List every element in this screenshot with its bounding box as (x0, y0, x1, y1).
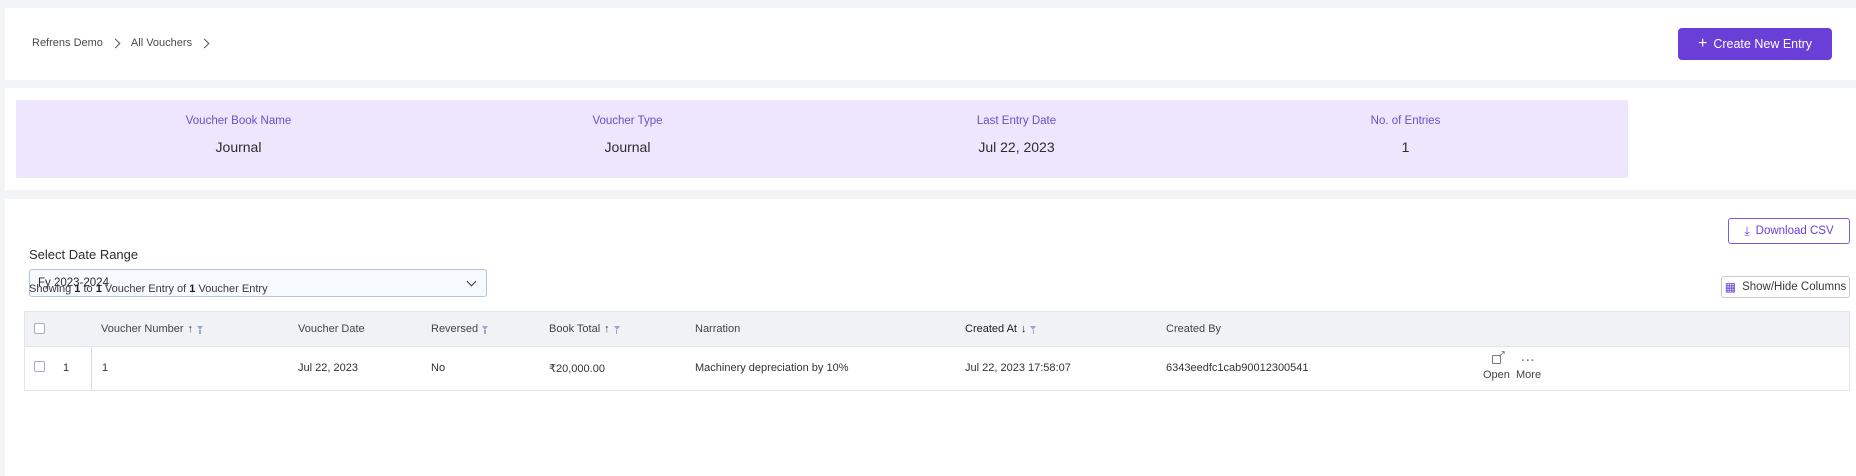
open-button[interactable]: Open (1483, 349, 1510, 381)
filter-icon[interactable] (1030, 326, 1037, 334)
sort-down-icon[interactable]: ↓ (1021, 323, 1027, 335)
stat-label: Last Entry Date (976, 115, 1057, 127)
select-all-checkbox[interactable] (34, 323, 45, 334)
stat-label: No. of Entries (1370, 115, 1441, 127)
showing-to: 1 (95, 283, 102, 295)
showing-total: 1 (189, 283, 196, 295)
showing-to-word: to (83, 283, 93, 295)
stat-voucher-book-name: Voucher Book Name Journal (16, 100, 461, 178)
pagination-summary: Showing 1 to 1 Voucher Entry of 1 Vouche… (29, 283, 268, 295)
column-header-label: Voucher Number (101, 323, 184, 335)
chevron-right-icon (110, 38, 121, 48)
chevron-right-icon (199, 38, 210, 48)
breadcrumb-item-all-vouchers[interactable]: All Vouchers (131, 37, 192, 49)
voucher-summary: Voucher Book Name Journal Voucher Type J… (5, 88, 1856, 190)
showing-suffix: Voucher Entry (198, 283, 268, 295)
filter-icon[interactable] (197, 326, 204, 334)
voucher-entries-panel: Select Date Range Fy 2023-2024 ⤓ Downloa… (5, 199, 1856, 476)
column-header-created-at[interactable]: Created At ↓ (965, 323, 1037, 335)
stat-value: Journal (215, 139, 262, 155)
column-header-label: Created By (1166, 323, 1222, 335)
filter-icon[interactable] (613, 326, 620, 334)
column-header-reversed[interactable]: Reversed (431, 323, 489, 335)
cell-voucher-number: 1 (102, 362, 109, 374)
open-label: Open (1483, 369, 1510, 381)
more-label: More (1516, 369, 1542, 381)
show-hide-columns-button[interactable]: ▦ Show/Hide Columns (1721, 276, 1850, 298)
column-header-voucher-number[interactable]: Voucher Number ↑ (101, 323, 204, 335)
sort-up-icon[interactable]: ↑ (188, 323, 194, 335)
column-header-label: Book Total (549, 323, 601, 335)
sort-up-icon[interactable]: ↑ (604, 323, 610, 335)
date-range-label: Select Date Range (29, 247, 139, 262)
download-csv-button[interactable]: ⤓ Download CSV (1728, 218, 1850, 244)
stat-value: Journal (604, 139, 651, 155)
chevron-down-icon (466, 276, 477, 287)
stat-voucher-type: Voucher Type Journal (405, 100, 850, 178)
voucher-entries-table: Voucher Number ↑ Voucher Date Reversed B… (24, 311, 1850, 391)
stat-value: Jul 22, 2023 (978, 139, 1055, 155)
cell-created-by: 6343eedfc1cab90012300541 (1166, 362, 1309, 374)
table-row[interactable]: 1 1 Jul 22, 2023 No ₹20,000.00 Machinery… (25, 347, 1849, 390)
column-header-label: Narration (695, 323, 741, 335)
breadcrumb: Refrens Demo All Vouchers (32, 37, 220, 49)
row-checkbox[interactable] (34, 361, 45, 372)
showing-from: 1 (74, 283, 81, 295)
column-header-book-total[interactable]: Book Total ↑ (549, 323, 620, 335)
cell-narration: Machinery depreciation by 10% (695, 362, 849, 374)
columns-grid-icon: ▦ (1724, 280, 1737, 294)
row-divider (91, 347, 92, 390)
external-link-icon (1483, 349, 1510, 369)
stat-value: 1 (1401, 139, 1410, 155)
stat-last-entry-date: Last Entry Date Jul 22, 2023 (794, 100, 1239, 178)
column-header-voucher-date[interactable]: Voucher Date (298, 323, 365, 335)
column-header-label: Reversed (431, 323, 479, 335)
column-header-label: Created At (965, 323, 1017, 335)
more-dots-icon: ··· (1521, 355, 1536, 367)
stat-label: Voucher Type (592, 115, 663, 127)
breadcrumb-item-refrens-demo[interactable]: Refrens Demo (32, 37, 103, 49)
showing-prefix: Showing (29, 283, 72, 295)
stat-no-of-entries: No. of Entries 1 (1183, 100, 1628, 178)
plus-icon: + (1698, 35, 1708, 52)
cell-created-at: Jul 22, 2023 17:58:07 (965, 362, 1071, 374)
download-icon: ⤓ (1744, 223, 1750, 238)
filter-icon[interactable] (482, 326, 489, 334)
show-hide-columns-label: Show/Hide Columns (1742, 281, 1847, 293)
table-header: Voucher Number ↑ Voucher Date Reversed B… (25, 312, 1849, 347)
column-header-narration[interactable]: Narration (695, 323, 740, 335)
download-csv-label: Download CSV (1755, 225, 1834, 237)
row-index: 1 (63, 362, 70, 374)
create-new-entry-button[interactable]: + Create New Entry (1678, 28, 1832, 60)
cell-voucher-date: Jul 22, 2023 (298, 362, 358, 374)
create-new-entry-label: Create New Entry (1713, 37, 1812, 51)
column-header-created-by[interactable]: Created By (1166, 323, 1221, 335)
cell-book-total: ₹20,000.00 (549, 363, 605, 375)
cell-reversed: No (431, 362, 446, 374)
more-button[interactable]: ··· More (1516, 355, 1541, 381)
showing-mid: Voucher Entry of (104, 283, 187, 295)
stat-label: Voucher Book Name (185, 115, 292, 127)
column-header-label: Voucher Date (298, 323, 365, 335)
header-bar: Refrens Demo All Vouchers + Create New E… (5, 8, 1856, 80)
